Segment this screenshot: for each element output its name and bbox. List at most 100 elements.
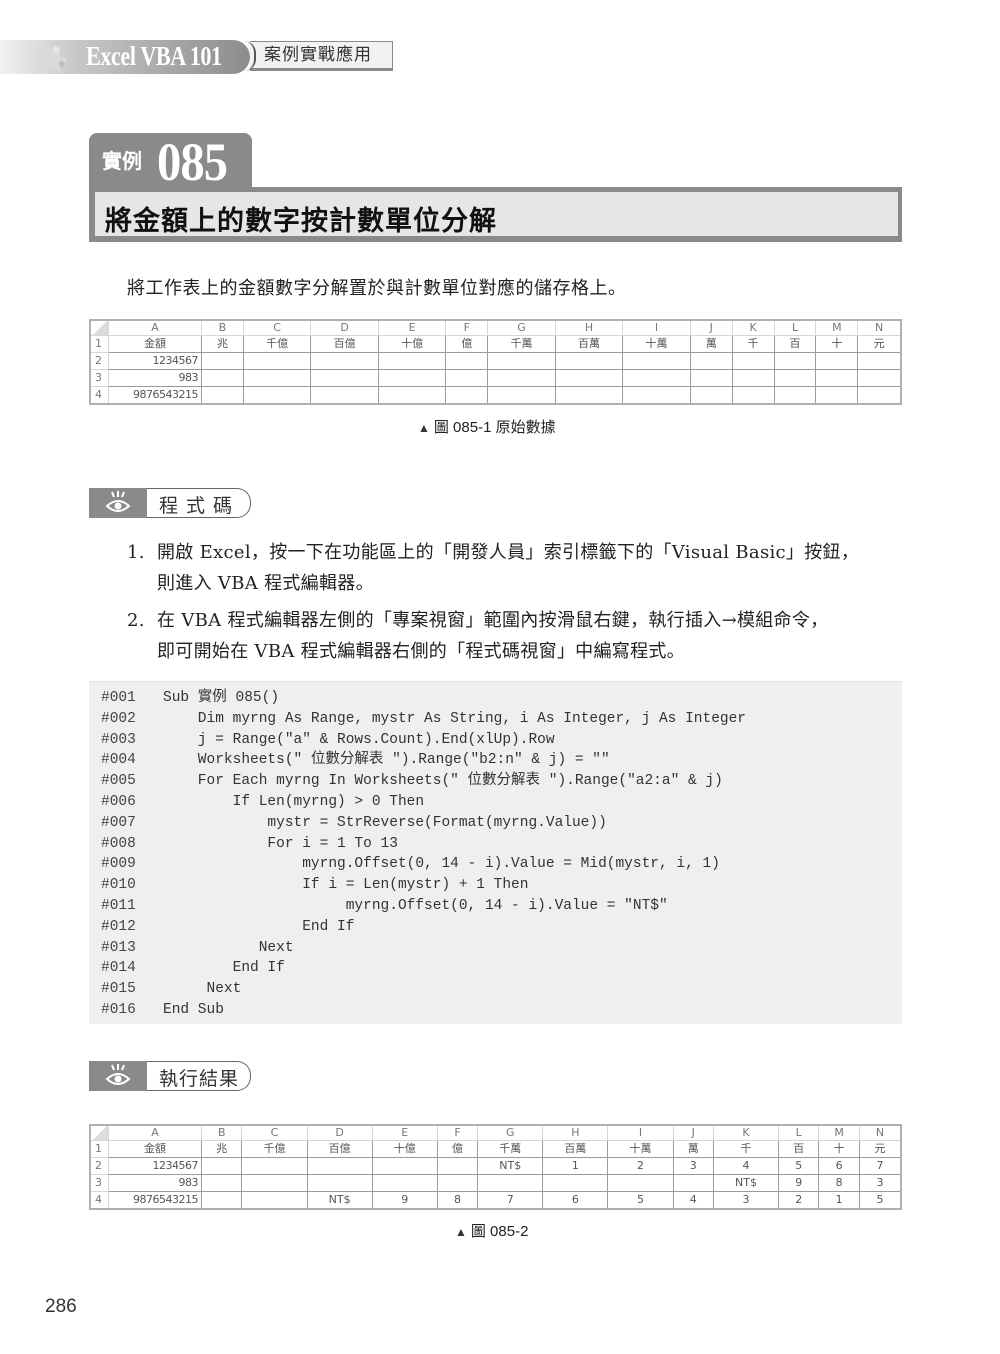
row-header[interactable]: 1 [89,1140,109,1158]
cell[interactable]: 百萬 [554,335,624,353]
cell[interactable] [731,352,775,370]
row-header[interactable]: 2 [89,352,109,370]
cell[interactable] [200,1191,243,1210]
cell[interactable] [306,1157,373,1175]
cell[interactable] [857,386,902,405]
cell[interactable]: 萬 [672,1140,715,1158]
cell[interactable] [542,1174,609,1192]
cell[interactable] [436,1157,479,1175]
cell[interactable]: 9 [371,1191,438,1210]
cell[interactable] [815,369,859,387]
column-header[interactable]: H [542,1124,609,1141]
cell[interactable] [487,369,556,387]
column-header[interactable]: F [445,319,489,336]
column-header[interactable]: B [201,319,244,336]
column-header[interactable]: D [310,319,379,336]
cell[interactable]: 983 [108,1174,202,1192]
cell[interactable] [371,1157,438,1175]
cell[interactable]: 6 [542,1191,609,1210]
cell[interactable]: 4 [672,1191,715,1210]
column-header[interactable]: E [371,1124,438,1141]
column-header[interactable]: I [622,319,691,336]
cell[interactable]: 8 [436,1191,479,1210]
cell[interactable] [815,352,859,370]
cell[interactable] [201,386,244,405]
column-header[interactable]: I [607,1124,674,1141]
cell[interactable]: 千萬 [477,1140,544,1158]
column-header[interactable]: E [377,319,447,336]
cell[interactable] [445,386,489,405]
row-header[interactable]: 1 [89,335,109,353]
cell[interactable] [672,1174,715,1192]
cell[interactable] [200,1157,243,1175]
cell[interactable] [554,369,624,387]
cell[interactable] [487,352,556,370]
cell[interactable]: 5 [778,1157,820,1175]
cell[interactable]: 千億 [242,335,312,353]
cell[interactable] [689,369,733,387]
column-header[interactable]: A [108,319,202,336]
cell[interactable] [242,352,312,370]
column-header[interactable]: G [477,1124,544,1141]
cell[interactable] [857,352,902,370]
column-header[interactable]: C [241,1124,308,1141]
cell[interactable] [622,386,691,405]
column-header[interactable]: F [436,1124,479,1141]
cell[interactable]: 十萬 [607,1140,674,1158]
column-header[interactable]: G [487,319,556,336]
cell[interactable]: 5 [607,1191,674,1210]
cell[interactable]: 萬 [689,335,733,353]
column-header[interactable]: J [672,1124,715,1141]
row-header[interactable]: 4 [89,386,109,405]
cell[interactable] [689,386,733,405]
cell[interactable] [857,369,902,387]
cell[interactable] [377,369,447,387]
select-all-corner[interactable] [89,1124,109,1141]
cell[interactable]: 金額 [108,1140,202,1158]
cell[interactable] [487,386,556,405]
cell[interactable]: 兆 [200,1140,243,1158]
column-header[interactable]: K [731,319,775,336]
column-header[interactable]: M [818,1124,860,1141]
cell[interactable]: NT$ [477,1157,544,1175]
cell[interactable]: 1234567 [108,1157,202,1175]
cell[interactable] [773,352,817,370]
cell[interactable]: NT$ [713,1174,780,1192]
row-header[interactable]: 3 [89,369,109,387]
cell[interactable]: 元 [858,1140,902,1158]
cell[interactable]: 百億 [310,335,379,353]
cell[interactable]: 十億 [377,335,447,353]
cell[interactable]: 3 [713,1191,780,1210]
cell[interactable]: 9 [778,1174,820,1192]
cell[interactable] [554,352,624,370]
column-header[interactable]: L [778,1124,820,1141]
cell[interactable] [622,352,691,370]
cell[interactable] [477,1174,544,1192]
cell[interactable] [377,352,447,370]
cell[interactable] [445,369,489,387]
cell[interactable] [242,386,312,405]
column-header[interactable]: M [815,319,859,336]
cell[interactable]: 9876543215 [108,1191,202,1210]
cell[interactable]: 金額 [108,335,202,353]
cell[interactable] [201,352,244,370]
cell[interactable]: 1234567 [108,352,202,370]
cell[interactable]: 9876543215 [108,386,202,405]
cell[interactable]: 十億 [371,1140,438,1158]
cell[interactable] [731,386,775,405]
cell[interactable]: 2 [778,1191,820,1210]
cell[interactable] [607,1174,674,1192]
cell[interactable]: 百 [773,335,817,353]
column-header[interactable]: K [713,1124,780,1141]
cell[interactable] [773,386,817,405]
cell[interactable]: 十 [818,1140,860,1158]
column-header[interactable]: L [773,319,817,336]
cell[interactable]: 百萬 [542,1140,609,1158]
column-header[interactable]: B [200,1124,243,1141]
cell[interactable] [731,369,775,387]
cell[interactable] [306,1174,373,1192]
column-header[interactable]: J [689,319,733,336]
cell[interactable]: 7 [858,1157,902,1175]
cell[interactable] [815,386,859,405]
cell[interactable] [242,369,312,387]
